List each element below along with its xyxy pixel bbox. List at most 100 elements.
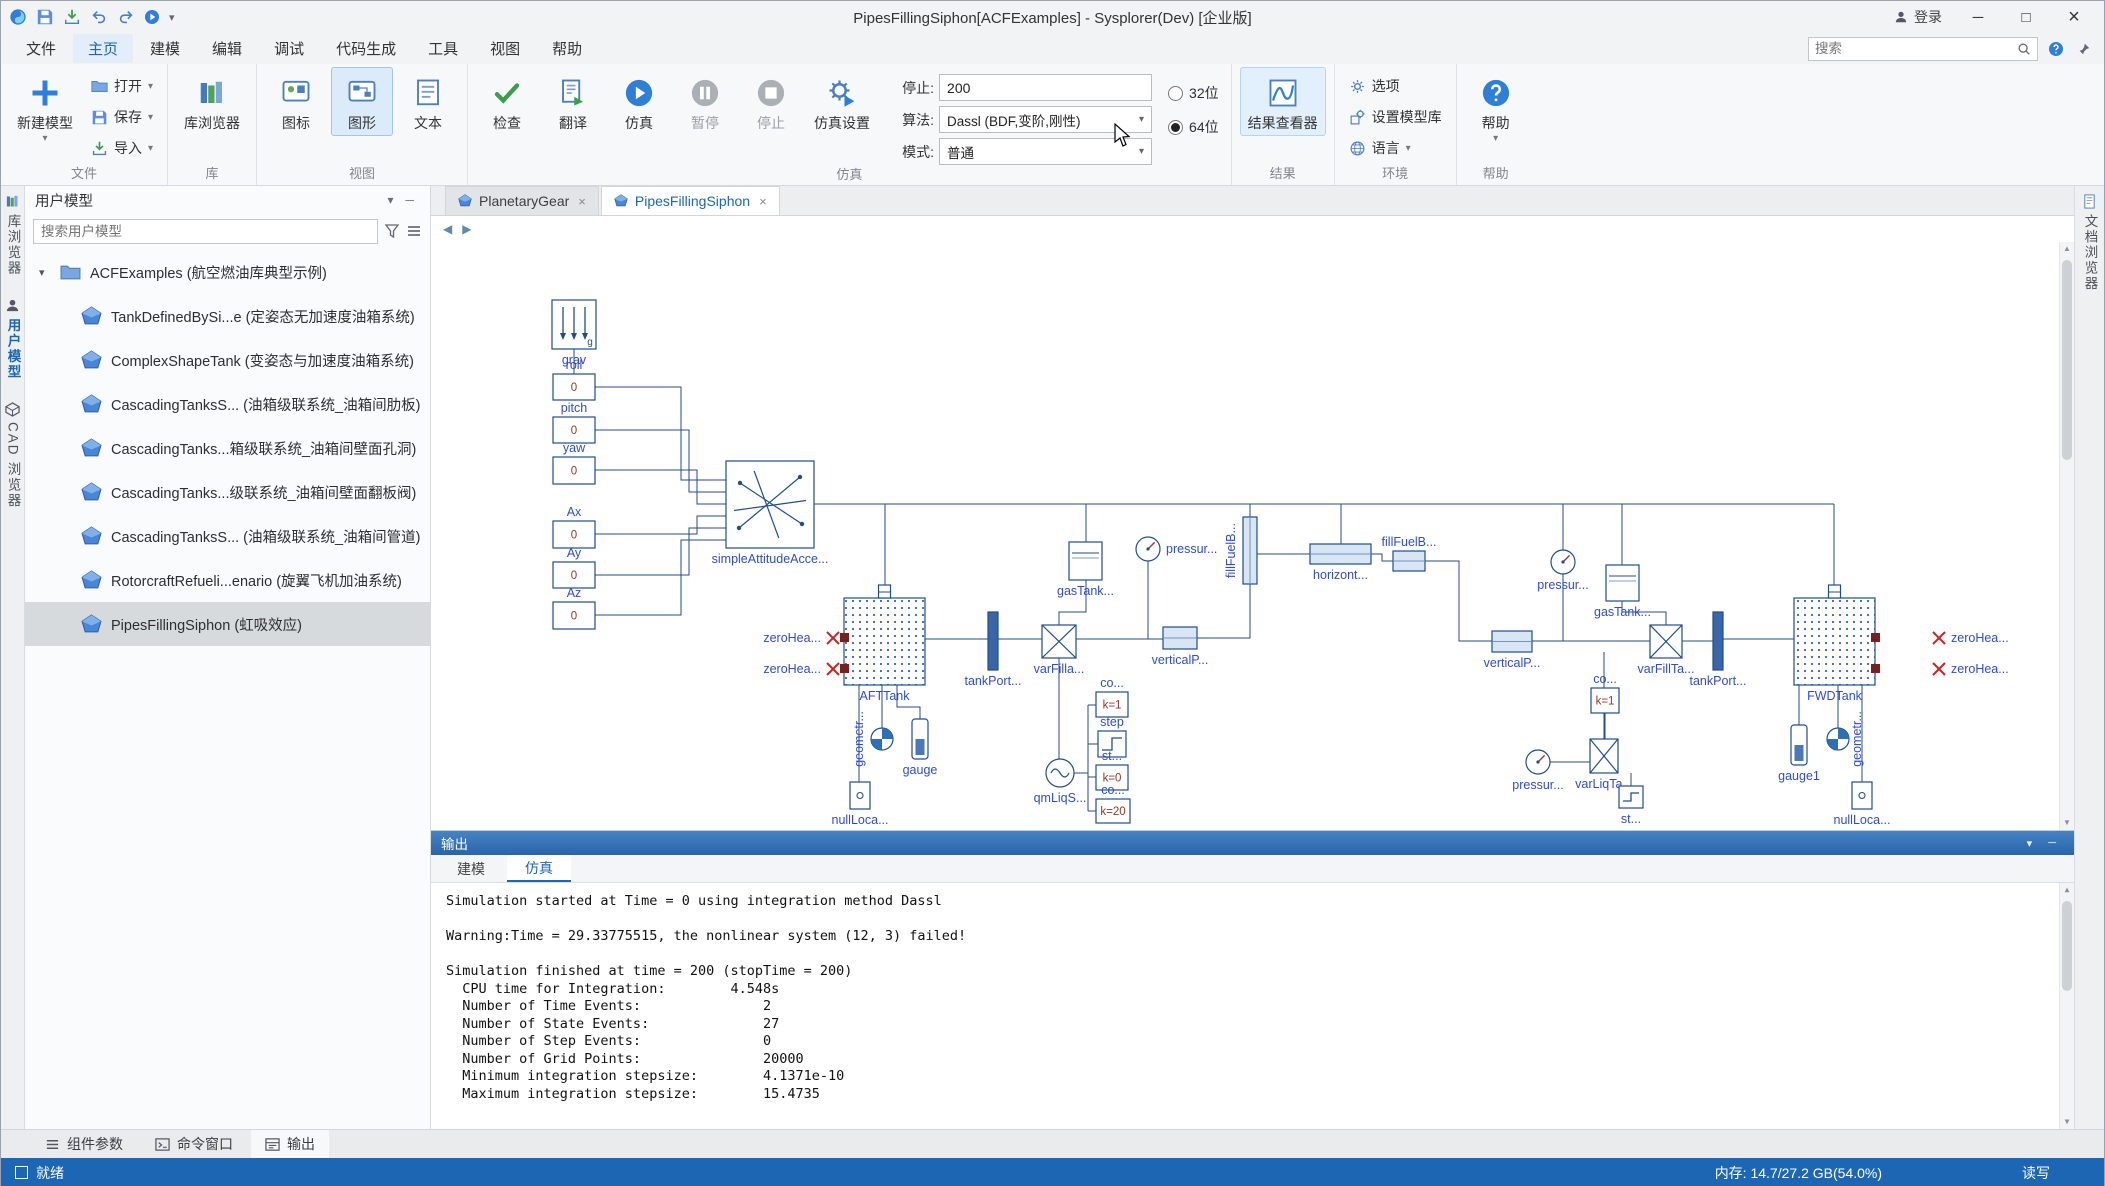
component-pressur-2[interactable]: pressur...: [1537, 550, 1588, 592]
simulation-console[interactable]: Simulation started at Time = 0 using int…: [431, 883, 2074, 1129]
console-vertical-scrollbar[interactable]: ▲ ▼: [2059, 883, 2074, 1129]
language-button[interactable]: 语言 ▾: [1343, 135, 1448, 161]
expander-icon[interactable]: ▾: [39, 266, 51, 279]
tree-item-rotorcraftrefuel[interactable]: RotorcraftRefueli...enario (旋翼飞机加油系统): [25, 558, 430, 602]
bottom-tab-output[interactable]: 输出: [251, 1130, 329, 1158]
close-tab-icon[interactable]: ×: [759, 194, 767, 209]
component-co-1[interactable]: k=1co...: [1096, 676, 1128, 717]
panel-menu-icon[interactable]: ▾: [381, 193, 399, 207]
quick-access-chevron-icon[interactable]: ▾: [169, 11, 175, 24]
component-portsq-fwd-1[interactable]: [1871, 633, 1880, 642]
component-nullLoca-1[interactable]: nullLoca...: [832, 782, 889, 827]
component-tankPort-1[interactable]: tankPort...: [965, 612, 1022, 688]
radio-64bit[interactable]: 64位: [1168, 117, 1219, 137]
menu-item-tools[interactable]: 工具: [413, 34, 473, 63]
new-model-button[interactable]: 新建模型 ▾: [9, 67, 81, 147]
component-gauge[interactable]: gauge: [903, 719, 938, 777]
menu-item-debug[interactable]: 调试: [259, 34, 319, 63]
view-icon-button[interactable]: 图标: [265, 67, 327, 136]
menu-item-edit[interactable]: 编辑: [197, 34, 257, 63]
component-simpleAttitudeAcce[interactable]: simpleAttitudeAcce...: [712, 461, 829, 566]
component-varFillTa[interactable]: varFillTa...: [1638, 625, 1695, 676]
component-qmLiqS[interactable]: qmLiqS...: [1034, 759, 1087, 805]
result-viewer-button[interactable]: 结果查看器: [1240, 67, 1326, 136]
tree-item-cascadingtanks-rib[interactable]: CascadingTanksS... (油箱级联系统_油箱间肋板): [25, 382, 430, 426]
panel-minimize-icon[interactable]: ─: [2040, 837, 2064, 849]
scroll-up-icon[interactable]: ▲: [2060, 242, 2074, 256]
component-Az[interactable]: 0Az: [553, 586, 595, 629]
scroll-down-icon[interactable]: ▼: [2060, 816, 2074, 830]
component-varLiqTa[interactable]: varLiqTa...: [1575, 739, 1633, 791]
component-pitch[interactable]: 0pitch: [553, 401, 595, 443]
doc-tab-planetarygear[interactable]: PlanetaryGear ×: [445, 186, 599, 215]
tree-root-acfexamples[interactable]: ▾ ACFExamples (航空燃油库典型示例): [25, 250, 430, 294]
component-Ax[interactable]: 0Ax: [553, 505, 595, 548]
menu-item-help[interactable]: 帮助: [537, 34, 597, 63]
import-button[interactable]: 导入 ▾: [85, 135, 159, 161]
dock-tab-user-models[interactable]: 用户模型: [3, 298, 23, 380]
panel-minimize-icon[interactable]: ─: [399, 193, 420, 207]
component-portsq-fwd-2[interactable]: [1871, 664, 1880, 673]
output-tab-modeling[interactable]: 建模: [439, 855, 503, 882]
component-FWDTank[interactable]: FWDTank: [1794, 585, 1875, 703]
dock-tab-doc-browser[interactable]: 文档浏览器: [2080, 194, 2100, 292]
component-horizont[interactable]: horizont...: [1310, 544, 1371, 582]
component-gasTank-2[interactable]: gasTank...: [1594, 565, 1651, 619]
component-gauge1[interactable]: gauge1: [1778, 725, 1820, 783]
component-verticalP-2[interactable]: verticalP...: [1484, 631, 1541, 670]
component-yaw[interactable]: 0yaw: [553, 441, 595, 484]
undo-icon[interactable]: [90, 8, 108, 26]
canvas-vertical-scrollbar[interactable]: ▲ ▼: [2059, 242, 2074, 830]
save-icon[interactable]: [36, 8, 54, 26]
nav-back-icon[interactable]: ◀: [443, 222, 452, 236]
view-diagram-button[interactable]: 图形: [331, 67, 393, 136]
component-zeroHea-3[interactable]: zeroHea...: [1933, 631, 2009, 645]
dock-tab-cad-browser[interactable]: CAD 浏览器: [3, 402, 23, 509]
tree-item-cascadingtanks-pipe[interactable]: CascadingTanksS... (油箱级联系统_油箱间管道): [25, 514, 430, 558]
menu-item-home[interactable]: 主页: [73, 34, 133, 63]
save-button[interactable]: 保存 ▾: [85, 104, 159, 130]
run-icon[interactable]: [144, 9, 160, 25]
ribbon-help-icon[interactable]: [2046, 39, 2066, 59]
global-search-input[interactable]: [1815, 41, 2017, 56]
component-nullLoca-2[interactable]: nullLoca...: [1834, 782, 1891, 827]
login-button[interactable]: 登录: [1884, 7, 1952, 27]
doc-tab-pipesfillingsiphon[interactable]: PipesFillingSiphon ×: [601, 186, 780, 215]
output-tab-simulation[interactable]: 仿真: [507, 855, 571, 882]
component-AFTTank[interactable]: AFTTank: [844, 585, 925, 703]
mode-select[interactable]: 普通 ▾: [939, 138, 1152, 165]
scrollbar-thumb[interactable]: [2062, 901, 2072, 991]
pause-button[interactable]: 暂停: [674, 67, 736, 136]
scrollbar-thumb[interactable]: [2062, 260, 2072, 460]
simulation-settings-button[interactable]: 仿真设置: [806, 67, 878, 136]
stop-time-input[interactable]: [939, 74, 1152, 101]
component-gasTank-1[interactable]: gasTank...: [1057, 542, 1114, 598]
translate-button[interactable]: 翻译: [542, 67, 604, 136]
output-panel-header[interactable]: 输出 ▾ ─: [431, 831, 2074, 855]
search-icon[interactable]: [2017, 42, 2031, 56]
collapse-all-button[interactable]: [406, 223, 422, 239]
tree-item-cascadingtanks-hole[interactable]: CascadingTanks...箱级联系统_油箱间壁面孔洞): [25, 426, 430, 470]
algorithm-select[interactable]: Dassl (BDF,变阶,刚性) ▾: [939, 106, 1152, 133]
open-button[interactable]: 打开 ▾: [85, 73, 159, 99]
nav-forward-icon[interactable]: ▶: [462, 222, 471, 236]
view-text-button[interactable]: 文本: [397, 67, 459, 136]
export-icon[interactable]: [63, 8, 81, 26]
component-fillFuelB-1[interactable]: fillFuelB...: [1224, 517, 1257, 584]
minimize-button[interactable]: ─: [1956, 2, 2000, 32]
pin-ribbon-icon[interactable]: [2074, 39, 2094, 59]
panel-menu-icon[interactable]: ▾: [2019, 837, 2041, 850]
close-button[interactable]: ×: [2052, 2, 2096, 32]
maximize-button[interactable]: □: [2004, 2, 2048, 32]
component-verticalP-1[interactable]: verticalP...: [1152, 627, 1209, 667]
dock-tab-library-browser[interactable]: 库浏览器: [3, 194, 23, 276]
menu-item-codegen[interactable]: 代码生成: [321, 34, 411, 63]
close-tab-icon[interactable]: ×: [578, 194, 586, 209]
tree-item-complexshapetank[interactable]: ComplexShapeTank (变姿态与加速度油箱系统): [25, 338, 430, 382]
stop-button[interactable]: 停止: [740, 67, 802, 136]
component-st-2[interactable]: st...: [1619, 786, 1643, 826]
component-tankPort-2[interactable]: tankPort...: [1690, 612, 1747, 688]
tree-item-cascadingtanks-flap[interactable]: CascadingTanks...级联系统_油箱间壁面翻板阀): [25, 470, 430, 514]
component-pressur-3[interactable]: pressur...: [1512, 750, 1563, 792]
scroll-down-icon[interactable]: ▼: [2060, 1115, 2074, 1129]
